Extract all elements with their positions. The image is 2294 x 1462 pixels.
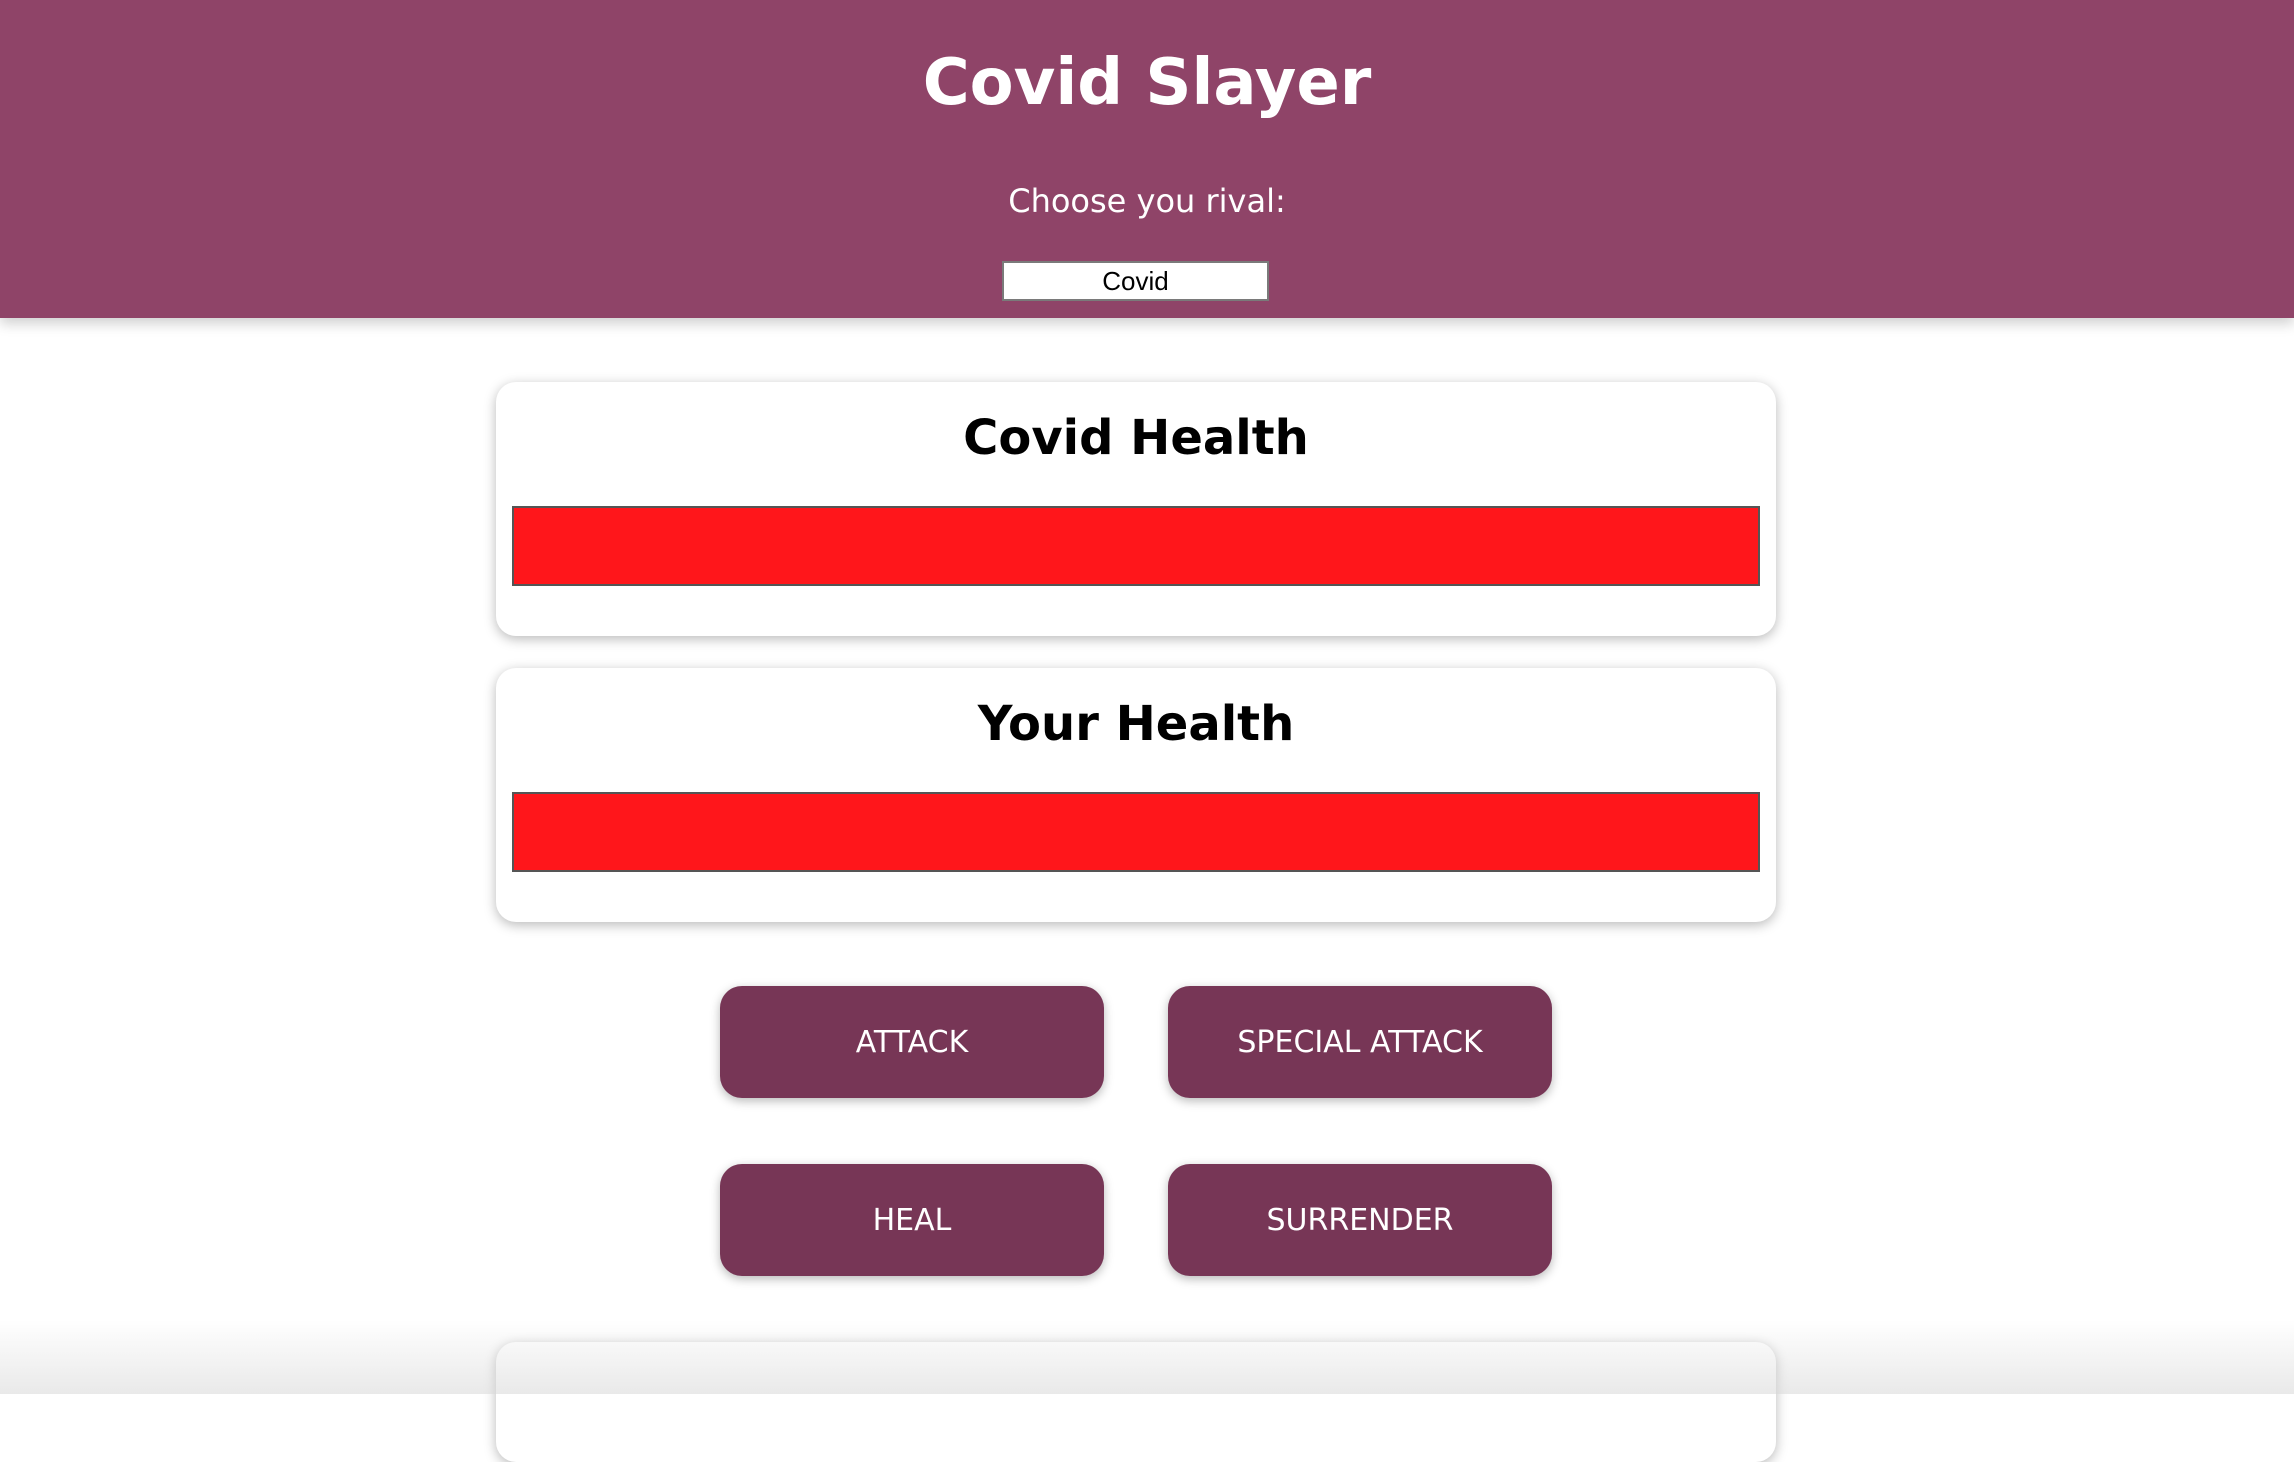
monster-health-title: Covid Health [963,410,1309,466]
surrender-button[interactable]: SURRENDER [1168,1164,1552,1276]
rival-label: Choose you rival: [1008,182,1286,220]
battle-log-card [496,1342,1776,1462]
app-header: Covid Slayer Choose you rival: [0,0,2294,318]
monster-health-bar [512,506,1760,586]
player-health-card: Your Health [496,668,1776,922]
player-health-title: Your Health [977,696,1295,752]
heal-button[interactable]: HEAL [720,1164,1104,1276]
monster-health-card: Covid Health [496,382,1776,636]
app-title: Covid Slayer [922,46,1372,120]
monster-health-fill [514,508,1758,584]
player-health-bar [512,792,1760,872]
attack-button[interactable]: ATTACK [720,986,1104,1098]
special-attack-button[interactable]: SPECIAL ATTACK [1168,986,1552,1098]
rival-input[interactable] [1002,261,1269,301]
player-health-fill [514,794,1758,870]
